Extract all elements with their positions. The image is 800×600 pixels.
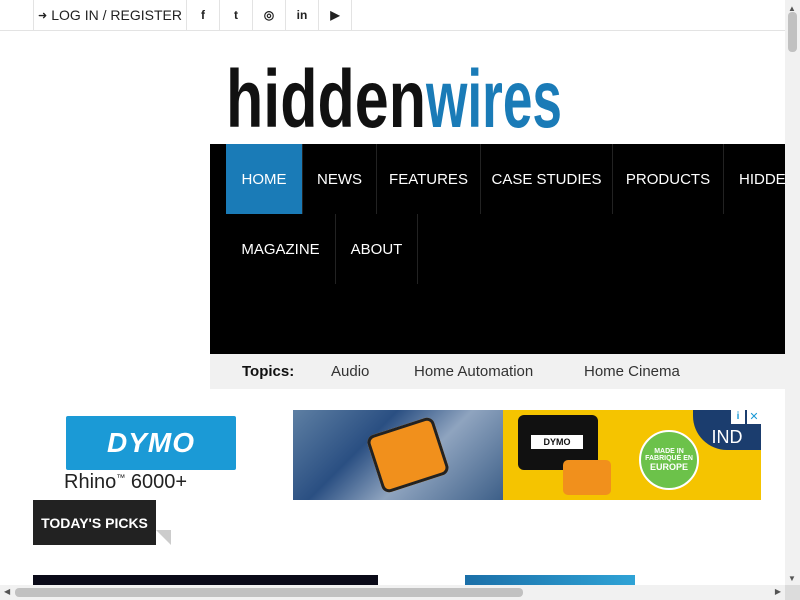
nav-products[interactable]: PRODUCTS <box>613 144 724 214</box>
scroll-right-icon[interactable]: ▶ <box>775 587 781 596</box>
scroll-down-icon[interactable]: ▼ <box>788 574 796 583</box>
main-nav: HOME NEWS FEATURES CASE STUDIES PRODUCTS… <box>210 144 785 354</box>
vertical-scrollbar[interactable]: ▲ ▼ <box>785 0 800 585</box>
horizontal-scrollbar[interactable]: ◀ ▶ <box>0 585 785 600</box>
rhino-product-label[interactable]: Rhino™ 6000+ <box>64 471 187 494</box>
dymo-logo-ad[interactable]: DYMO <box>66 416 236 470</box>
rhino-name: Rhino <box>64 471 117 493</box>
nav-magazine[interactable]: MAGAZINE <box>226 214 336 284</box>
twitter-glyph: t <box>234 8 238 22</box>
top-bar: ➜ LOG IN / REGISTER f t ◎ in ▶ <box>0 0 785 31</box>
twitter-icon[interactable]: t <box>220 0 253 30</box>
picks-corner-decoration <box>156 530 171 545</box>
instagram-icon[interactable]: ◎ <box>253 0 286 30</box>
todays-picks-heading: TODAY'S PICKS <box>33 500 156 545</box>
login-register-label: LOG IN / REGISTER <box>51 7 182 23</box>
nav-features[interactable]: FEATURES <box>377 144 481 214</box>
nav-news[interactable]: NEWS <box>303 144 377 214</box>
topics-bar: Topics: Audio Home Automation Home Cinem… <box>210 354 785 389</box>
login-register-link[interactable]: ➜ LOG IN / REGISTER <box>33 0 187 30</box>
nav-home[interactable]: HOME <box>226 144 303 214</box>
linkedin-icon[interactable]: in <box>286 0 319 30</box>
printer-device-image <box>563 460 611 495</box>
topics-label: Topics: <box>242 363 295 380</box>
badge-line1: MADE IN <box>654 448 684 455</box>
ad-close-icon[interactable]: ✕ <box>747 410 761 424</box>
facebook-glyph: f <box>201 8 205 22</box>
scrollbar-corner <box>785 585 800 600</box>
scroll-left-icon[interactable]: ◀ <box>4 587 10 596</box>
logo-text-hidden: hidden <box>226 57 426 131</box>
youtube-glyph: ▶ <box>330 8 340 22</box>
ad-info-icon[interactable]: i <box>731 410 745 424</box>
badge-line2: FABRIQUÉ EN <box>645 455 693 462</box>
youtube-icon[interactable]: ▶ <box>319 0 352 30</box>
nav-about[interactable]: ABOUT <box>336 214 418 284</box>
topic-home-cinema[interactable]: Home Cinema <box>584 363 680 380</box>
sign-in-icon: ➜ <box>38 9 48 22</box>
case-brand-label: DYMO <box>531 435 583 449</box>
horizontal-scroll-thumb[interactable] <box>15 588 523 597</box>
nav-case-studies[interactable]: CASE STUDIES <box>481 144 613 214</box>
topic-home-automation[interactable]: Home Automation <box>414 363 533 380</box>
vertical-scroll-thumb[interactable] <box>788 12 797 52</box>
banner-ad[interactable]: DYMO MADE IN FABRIQUÉ EN EUROPE IND i ✕ <box>293 410 761 500</box>
nav-hidden-wires-truncated[interactable]: HIDDE <box>724 144 785 214</box>
made-in-europe-badge: MADE IN FABRIQUÉ EN EUROPE <box>639 430 699 490</box>
topic-audio[interactable]: Audio <box>331 363 369 380</box>
rhino-tm: ™ <box>116 472 126 483</box>
facebook-icon[interactable]: f <box>187 0 220 30</box>
site-logo[interactable]: hidden wires <box>226 57 566 131</box>
instagram-glyph: ◎ <box>263 8 275 22</box>
dymo-brand: DYMO <box>107 427 195 458</box>
badge-line3: EUROPE <box>649 462 688 472</box>
logo-text-wires: wires <box>425 57 562 131</box>
linkedin-glyph: in <box>296 8 308 22</box>
rhino-model: 6000+ <box>130 471 187 493</box>
